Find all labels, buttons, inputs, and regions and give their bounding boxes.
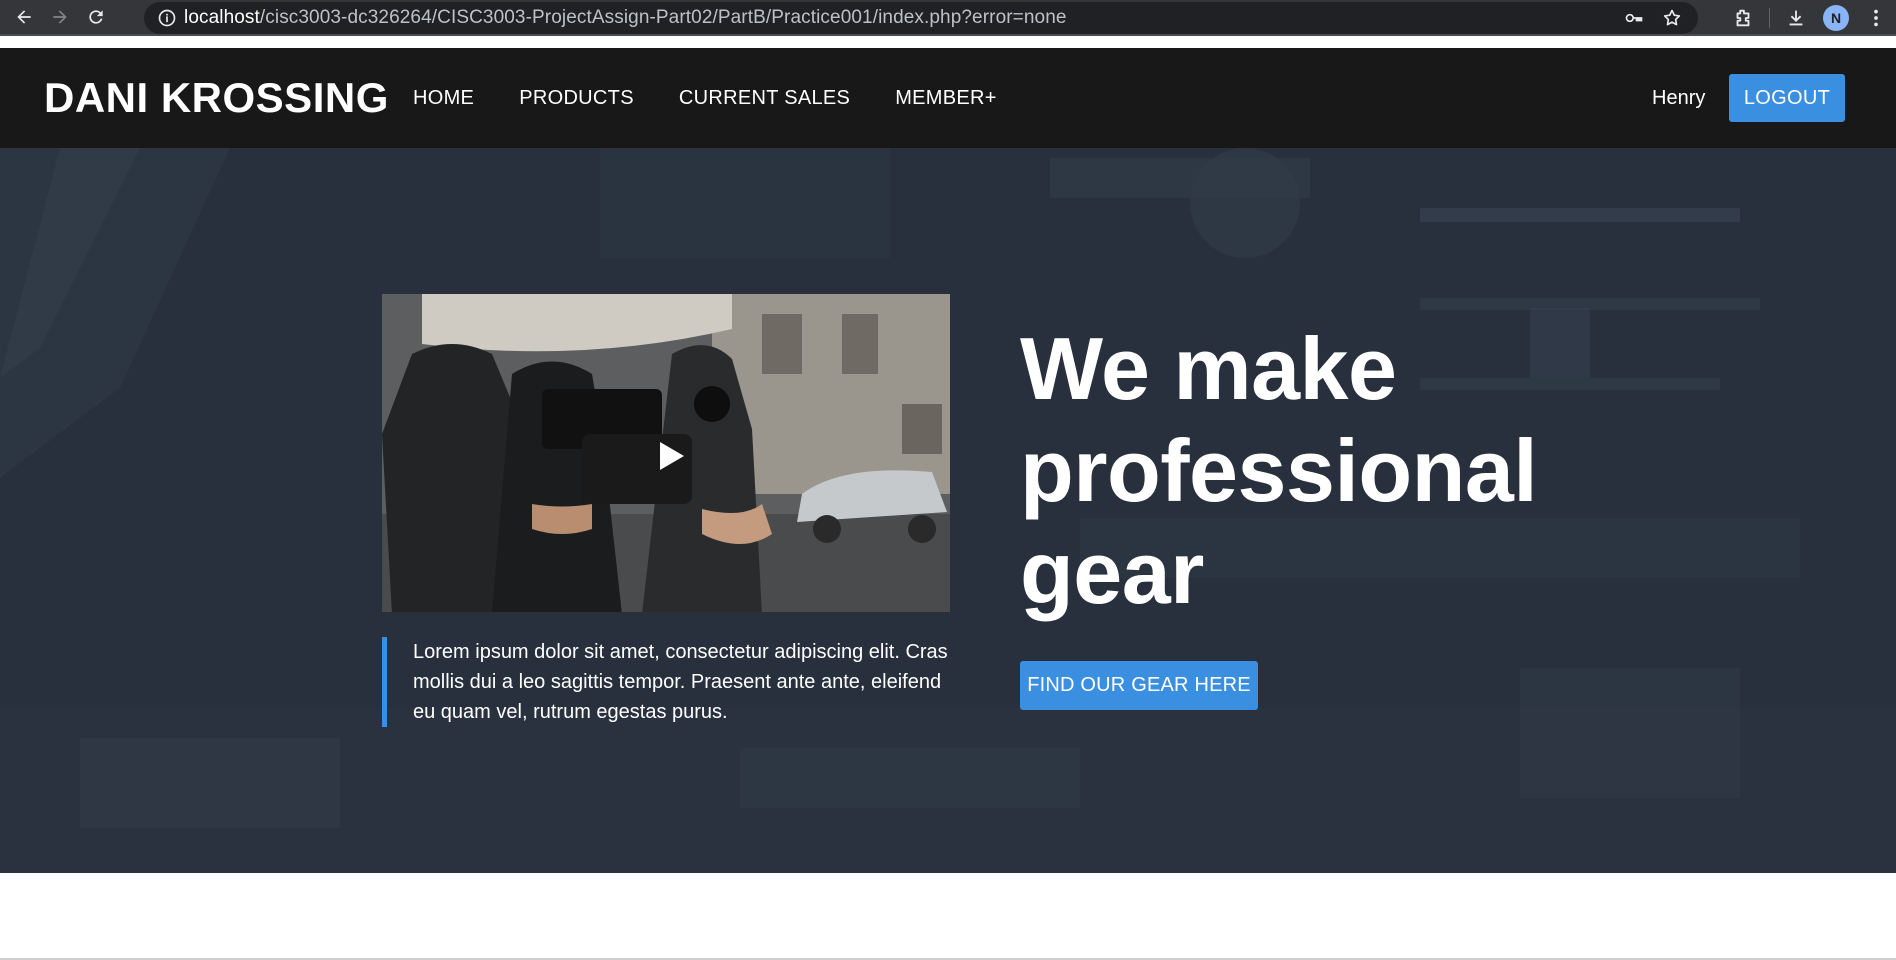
address-bar[interactable]: localhost/cisc3003-dc326264/CISC3003-Pro…	[144, 2, 1698, 34]
key-icon[interactable]	[1624, 8, 1644, 28]
star-icon[interactable]	[1662, 8, 1682, 28]
hero-headline: We make professional gear	[1020, 319, 1538, 622]
downloads-button[interactable]	[1776, 0, 1816, 36]
forward-arrow-icon	[53, 10, 67, 24]
site-header: DANI KROSSING HOME PRODUCTS CURRENT SALE…	[0, 48, 1896, 148]
toolbar-divider	[1769, 8, 1770, 28]
logout-button[interactable]: LOGOUT	[1729, 74, 1845, 122]
forward-button[interactable]	[42, 0, 78, 35]
reload-button[interactable]	[78, 0, 114, 35]
back-button[interactable]	[6, 0, 42, 35]
find-gear-button[interactable]: FIND OUR GEAR HERE	[1020, 661, 1258, 710]
browser-toolbar: localhost/cisc3003-dc326264/CISC3003-Pro…	[0, 0, 1896, 36]
user-name: Henry	[1652, 86, 1706, 109]
site-logo[interactable]: DANI KROSSING	[44, 48, 389, 148]
extensions-button[interactable]	[1723, 0, 1763, 36]
content-area	[0, 873, 1896, 960]
video-player[interactable]	[382, 294, 950, 612]
menu-button[interactable]	[1856, 0, 1896, 36]
play-icon[interactable]	[648, 434, 692, 478]
back-arrow-icon	[17, 10, 31, 24]
more-vert-icon	[1874, 9, 1878, 27]
nav-home[interactable]: HOME	[413, 87, 474, 110]
reload-icon	[89, 10, 103, 24]
nav-member-plus[interactable]: MEMBER+	[895, 87, 997, 110]
hero-quote: Lorem ipsum dolor sit amet, consectetur …	[382, 637, 950, 727]
nav-current-sales[interactable]: CURRENT SALES	[679, 87, 850, 110]
avatar: N	[1823, 5, 1849, 31]
hero-section: Lorem ipsum dolor sit amet, consectetur …	[0, 148, 1896, 873]
main-nav: HOME PRODUCTS CURRENT SALES MEMBER+	[413, 48, 997, 148]
download-icon	[1789, 10, 1803, 26]
nav-products[interactable]: PRODUCTS	[519, 87, 634, 110]
info-icon	[158, 9, 176, 27]
site-info-button[interactable]	[150, 2, 184, 34]
url-text[interactable]: localhost/cisc3003-dc326264/CISC3003-Pro…	[184, 7, 1067, 29]
extensions-icon	[1736, 9, 1750, 27]
profile-button[interactable]: N	[1816, 0, 1856, 36]
